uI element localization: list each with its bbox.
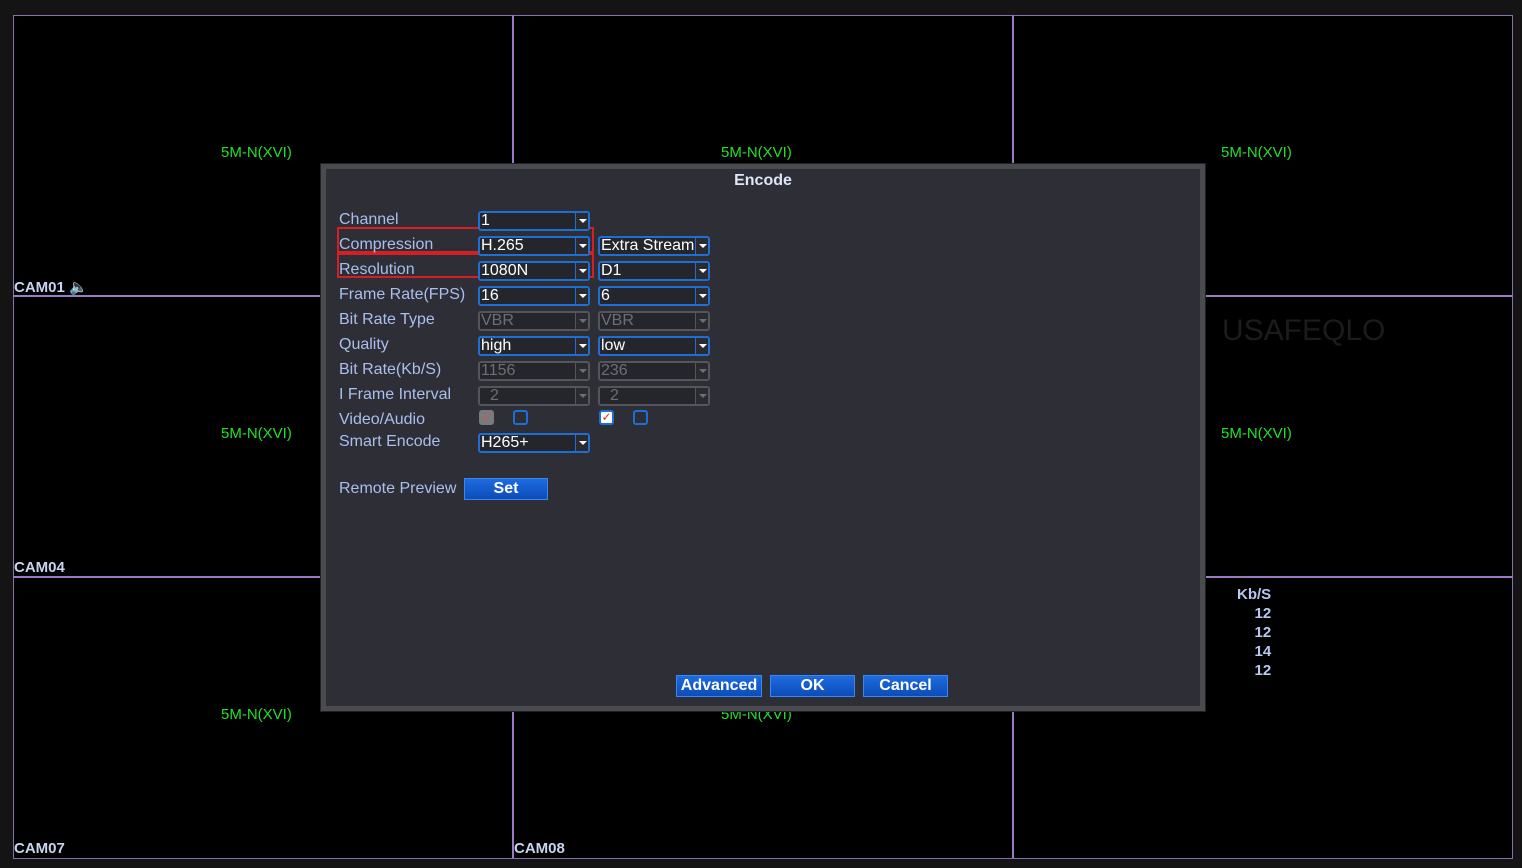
bit-rate-label: Bit Rate(Kb/S): [339, 361, 442, 378]
bitrate-header: Kb/S: [1237, 586, 1272, 603]
resolution-select[interactable]: 1080N: [478, 261, 590, 281]
extra-resolution-value: D1: [601, 262, 622, 279]
channel-type-label: 5M-N(XVI): [221, 144, 292, 161]
quality-value: high: [481, 337, 512, 354]
extra-frame-rate-value: 6: [601, 287, 610, 304]
extra-video-checkbox[interactable]: ✓: [599, 410, 614, 425]
extra-bit-rate-value: 236: [601, 362, 628, 379]
cam01-text: CAM01: [14, 279, 65, 296]
smart-encode-select[interactable]: H265+: [478, 433, 590, 453]
chevron-down-icon: [575, 238, 588, 254]
chevron-down-icon: [575, 263, 588, 279]
grid-divider: [1012, 15, 1014, 165]
bitrate-value: 14: [1254, 643, 1272, 660]
bit-rate-value: 1156: [481, 362, 516, 379]
stream-select[interactable]: Extra Stream: [598, 236, 710, 256]
bit-rate-type-select: VBR: [478, 311, 590, 331]
bitrate-value: 12: [1254, 605, 1272, 622]
channel-select[interactable]: 1: [478, 211, 590, 231]
compression-label: Compression: [339, 236, 434, 253]
smart-encode-label: Smart Encode: [339, 433, 441, 450]
video-audio-label: Video/Audio: [339, 411, 425, 428]
chevron-down-icon: [695, 313, 708, 329]
chevron-down-icon: [575, 288, 588, 304]
chevron-down-icon: [695, 388, 708, 404]
extra-bit-rate-type-select: VBR: [598, 311, 710, 331]
advanced-button[interactable]: Advanced: [676, 675, 762, 697]
bitrate-panel: Kb/S 12 12 14 12: [1237, 585, 1271, 680]
channel-type-label: 5M-N(XVI): [721, 144, 792, 161]
quality-label: Quality: [339, 336, 389, 353]
chevron-down-icon: [695, 263, 708, 279]
extra-quality-select[interactable]: low: [598, 336, 710, 356]
compression-value: H.265: [481, 237, 524, 254]
stream-value: Extra Stream: [601, 237, 695, 254]
camera-label-cam08: CAM08: [514, 840, 565, 857]
channel-type-label: 5M-N(XVI): [221, 425, 292, 442]
encode-dialog: Encode Channel Compression Resolution Fr…: [321, 164, 1205, 711]
channel-value: 1: [481, 212, 490, 229]
smart-encode-value: H265+: [481, 434, 529, 451]
cancel-button[interactable]: Cancel: [863, 675, 948, 697]
chevron-down-icon: [575, 338, 588, 354]
bit-rate-type-label: Bit Rate Type: [339, 311, 435, 328]
grid-divider: [1012, 710, 1014, 858]
extra-audio-checkbox[interactable]: [633, 410, 648, 425]
extra-quality-value: low: [601, 337, 626, 354]
iframe-value: 2: [490, 387, 499, 404]
main-video-checkbox: ✓: [479, 410, 494, 425]
bitrate-value: 12: [1254, 624, 1272, 641]
extra-iframe-value: 2: [610, 387, 619, 404]
grid-divider: [1205, 576, 1513, 578]
grid-divider: [1205, 295, 1513, 297]
bit-rate-select: 1156: [478, 361, 590, 381]
grid-divider: [13, 576, 321, 578]
extra-resolution-select[interactable]: D1: [598, 261, 710, 281]
bit-rate-type-value: VBR: [481, 312, 514, 329]
chevron-down-icon: [695, 288, 708, 304]
set-button[interactable]: Set: [464, 478, 548, 500]
ok-button[interactable]: OK: [770, 675, 855, 697]
grid-divider: [512, 15, 514, 165]
compression-select[interactable]: H.265: [478, 236, 590, 256]
camera-label-cam07: CAM07: [14, 840, 65, 857]
iframe-interval-select: 2: [478, 386, 590, 406]
frame-rate-select[interactable]: 16: [478, 286, 590, 306]
chevron-down-icon: [575, 388, 588, 404]
channel-label: Channel: [339, 211, 399, 228]
camera-label-cam04: CAM04: [14, 559, 65, 576]
remote-preview-label: Remote Preview: [339, 480, 457, 497]
channel-type-label: 5M-N(XVI): [221, 706, 292, 723]
dialog-title: Encode: [734, 172, 792, 189]
camera-label-cam01: CAM01 🔈: [14, 278, 88, 296]
channel-type-label: 5M-N(XVI): [1221, 144, 1292, 161]
chevron-down-icon: [695, 338, 708, 354]
bitrate-value: 12: [1254, 662, 1272, 679]
extra-bit-rate-type-value: VBR: [601, 312, 634, 329]
chevron-down-icon: [695, 363, 708, 379]
chevron-down-icon: [575, 435, 588, 451]
channel-type-label: 5M-N(XVI): [1221, 425, 1292, 442]
watermark: USAFEQLO: [1222, 314, 1386, 347]
chevron-down-icon: [575, 363, 588, 379]
extra-bit-rate-select: 236: [598, 361, 710, 381]
quality-select[interactable]: high: [478, 336, 590, 356]
extra-iframe-interval-select: 2: [598, 386, 710, 406]
chevron-down-icon: [575, 313, 588, 329]
resolution-label: Resolution: [339, 261, 415, 278]
frame-rate-label: Frame Rate(FPS): [339, 286, 466, 303]
resolution-value: 1080N: [481, 262, 529, 279]
main-audio-checkbox[interactable]: [513, 410, 528, 425]
chevron-down-icon: [695, 238, 708, 254]
frame-rate-value: 16: [481, 287, 499, 304]
chevron-down-icon: [575, 213, 588, 229]
extra-frame-rate-select[interactable]: 6: [598, 286, 710, 306]
iframe-interval-label: I Frame Interval: [339, 386, 452, 403]
speaker-icon: 🔈: [69, 279, 88, 296]
grid-divider: [512, 710, 514, 858]
